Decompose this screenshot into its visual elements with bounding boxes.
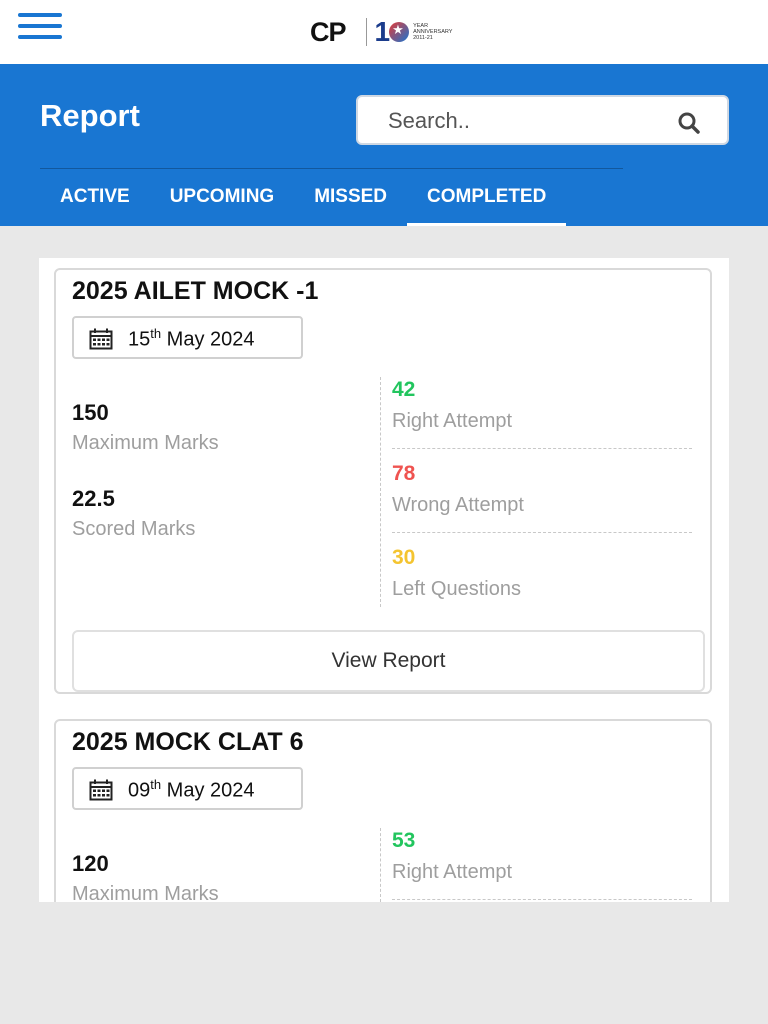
max-marks-value: 120 xyxy=(72,851,109,876)
left-questions-label: Left Questions xyxy=(392,578,521,600)
search-box[interactable] xyxy=(356,95,729,145)
right-attempt-label: Right Attempt xyxy=(392,861,513,883)
max-marks-label: Maximum Marks xyxy=(72,432,219,454)
search-icon[interactable] xyxy=(677,111,701,135)
right-attempt-value: 42 xyxy=(392,378,416,401)
scored-marks-stat: 22.5 Scored Marks xyxy=(72,486,195,541)
page-title: Report xyxy=(40,98,140,133)
report-card: 2025 MOCK CLAT 6 09th May 2024 120 Maxim… xyxy=(54,719,712,902)
wrong-attempt-label: Wrong Attempt xyxy=(392,494,524,516)
report-title: 2025 MOCK CLAT 6 xyxy=(72,728,304,756)
scored-marks-value: 22.5 xyxy=(72,486,115,511)
logo-text: CP xyxy=(310,16,347,47)
anniversary-text: YEAR ANNIVERSARY 2011-21 xyxy=(413,23,453,41)
report-date: 09th May 2024 xyxy=(128,777,255,802)
wrong-attempt-stat: 78 Wrong Attempt xyxy=(392,462,692,517)
calendar-icon xyxy=(89,779,113,801)
page-header: Report ACTIVE UPCOMING MISSED COMPLETED xyxy=(0,64,768,226)
max-marks-stat: 150 Maximum Marks xyxy=(72,400,219,455)
calendar-icon xyxy=(89,328,113,350)
wrong-attempt-value: 78 xyxy=(392,462,416,485)
top-bar: CP 1 YEAR ANNIVERSARY 2011-21 xyxy=(0,0,768,64)
tab-missed[interactable]: MISSED xyxy=(294,172,407,226)
report-list[interactable]: 2025 AILET MOCK -1 15th May 2024 150 Max… xyxy=(39,258,729,902)
right-attempt-value: 53 xyxy=(392,829,416,852)
report-card: 2025 AILET MOCK -1 15th May 2024 150 Max… xyxy=(54,268,712,694)
max-marks-label: Maximum Marks xyxy=(72,883,219,902)
anniversary-badge: 1 xyxy=(375,16,410,48)
hamburger-menu-icon[interactable] xyxy=(18,13,62,43)
left-questions-stat: 30 Left Questions xyxy=(392,546,692,601)
tab-bar: ACTIVE UPCOMING MISSED COMPLETED xyxy=(40,172,567,226)
view-report-button[interactable]: View Report xyxy=(72,630,705,692)
tab-upcoming[interactable]: UPCOMING xyxy=(150,172,295,226)
brand-logo[interactable]: CP 1 YEAR ANNIVERSARY 2011-21 xyxy=(310,14,459,50)
max-marks-value: 150 xyxy=(72,400,109,425)
date-badge: 15th May 2024 xyxy=(72,316,303,359)
search-input[interactable] xyxy=(388,107,668,135)
report-title: 2025 AILET MOCK -1 xyxy=(72,277,319,305)
right-attempt-stat: 42 Right Attempt xyxy=(392,378,692,433)
report-date: 15th May 2024 xyxy=(128,326,255,351)
tab-active[interactable]: ACTIVE xyxy=(40,172,150,226)
date-badge: 09th May 2024 xyxy=(72,767,303,810)
max-marks-stat: 120 Maximum Marks xyxy=(72,851,219,902)
scored-marks-label: Scored Marks xyxy=(72,518,196,540)
tab-completed[interactable]: COMPLETED xyxy=(407,172,567,226)
left-questions-value: 30 xyxy=(392,546,416,569)
right-attempt-stat: 53 Right Attempt xyxy=(392,829,692,884)
right-attempt-label: Right Attempt xyxy=(392,410,513,432)
